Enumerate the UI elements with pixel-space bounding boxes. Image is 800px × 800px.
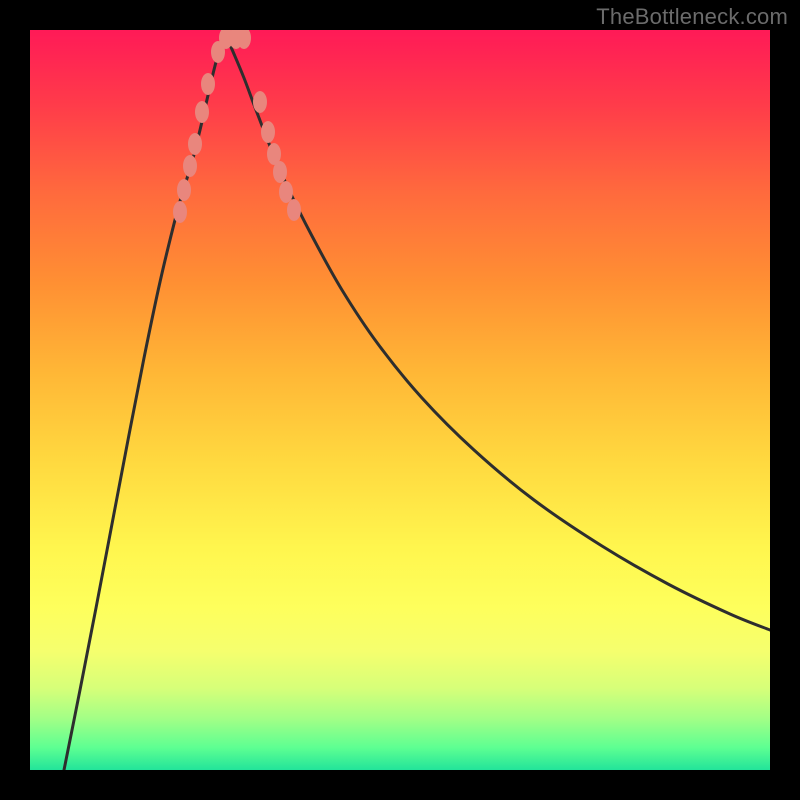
marker-dot xyxy=(177,179,191,201)
marker-dot xyxy=(183,155,197,177)
plot-area xyxy=(30,30,770,770)
curve-right-branch xyxy=(226,36,770,630)
bottleneck-curve xyxy=(64,36,770,770)
marker-dot xyxy=(279,181,293,203)
marker-dot xyxy=(287,199,301,221)
marker-dot xyxy=(273,161,287,183)
marker-dot xyxy=(201,73,215,95)
chart-frame: TheBottleneck.com xyxy=(0,0,800,800)
marker-dot xyxy=(261,121,275,143)
watermark-text: TheBottleneck.com xyxy=(596,4,788,30)
marker-dot xyxy=(188,133,202,155)
marker-dot xyxy=(253,91,267,113)
marker-dot xyxy=(173,201,187,223)
curves-svg xyxy=(30,30,770,770)
marker-dot xyxy=(195,101,209,123)
